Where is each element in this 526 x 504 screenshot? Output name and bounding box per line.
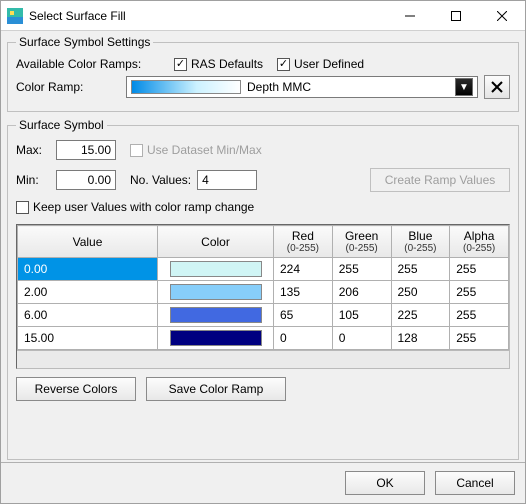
table-cell-value[interactable]: 0.00 [18,258,158,281]
color-table: Value Color Red(0-255) Green(0-255) Blue… [16,224,510,369]
header-green: Green(0-255) [332,226,391,258]
table-cell-red[interactable]: 0 [274,327,333,350]
max-input[interactable] [56,140,116,160]
table-cell-value[interactable]: 6.00 [18,304,158,327]
table-cell-alpha[interactable]: 255 [450,281,509,304]
chevron-down-icon[interactable]: ▼ [455,78,473,96]
table-cell-blue[interactable]: 255 [391,258,450,281]
table-cell-green[interactable]: 0 [332,327,391,350]
reverse-colors-button[interactable]: Reverse Colors [16,377,136,401]
table-cell-alpha[interactable]: 255 [450,304,509,327]
table-cell-value[interactable]: 2.00 [18,281,158,304]
cancel-button[interactable]: Cancel [435,471,515,495]
available-color-ramps-label: Available Color Ramps: [16,57,174,71]
table-cell-value[interactable]: 15.00 [18,327,158,350]
minimize-button[interactable] [387,1,433,31]
table-cell-red[interactable]: 65 [274,304,333,327]
color-swatch [170,307,262,323]
surface-symbol-settings-group: Surface Symbol Settings Available Color … [7,35,519,112]
color-ramp-preview [131,80,241,94]
ras-defaults-label: RAS Defaults [191,57,263,71]
no-values-input[interactable] [197,170,257,190]
table-cell-green[interactable]: 105 [332,304,391,327]
ras-defaults-checkbox[interactable] [174,58,187,71]
use-dataset-checkbox [130,144,143,157]
header-blue: Blue(0-255) [391,226,450,258]
table-row[interactable]: 2.00 135206250255 [18,281,509,304]
table-scroll-gutter [17,350,509,368]
use-dataset-label: Use Dataset Min/Max [147,143,262,157]
table-cell-color[interactable] [158,304,274,327]
header-value: Value [18,226,158,258]
window-title: Select Surface Fill [29,9,387,23]
table-cell-green[interactable]: 255 [332,258,391,281]
surface-symbol-group: Surface Symbol Max: Use Dataset Min/Max … [7,118,519,460]
keep-values-label: Keep user Values with color ramp change [33,200,254,214]
color-ramp-name: Depth MMC [247,80,311,94]
table-header-row: Value Color Red(0-255) Green(0-255) Blue… [18,226,509,258]
header-color: Color [158,226,274,258]
keep-values-checkbox[interactable] [16,201,29,214]
table-row[interactable]: 6.00 65105225255 [18,304,509,327]
table-cell-blue[interactable]: 128 [391,327,450,350]
table-row[interactable]: 15.0000128255 [18,327,509,350]
table-cell-alpha[interactable]: 255 [450,327,509,350]
ok-button[interactable]: OK [345,471,425,495]
max-label: Max: [16,143,56,157]
surface-symbol-settings-legend: Surface Symbol Settings [16,35,153,49]
user-defined-checkbox[interactable] [277,58,290,71]
color-ramp-select[interactable]: Depth MMC ▼ [126,76,478,98]
window: Select Surface Fill Surface Symbol Setti… [0,0,526,504]
clear-ramp-button[interactable] [484,75,510,99]
titlebar: Select Surface Fill [1,1,525,31]
table-cell-blue[interactable]: 225 [391,304,450,327]
table-cell-color[interactable] [158,281,274,304]
table-row[interactable]: 0.00224255255255 [18,258,509,281]
color-swatch [170,261,262,277]
table-cell-alpha[interactable]: 255 [450,258,509,281]
header-red: Red(0-255) [274,226,333,258]
maximize-button[interactable] [433,1,479,31]
save-color-ramp-button[interactable]: Save Color Ramp [146,377,286,401]
table-cell-color[interactable] [158,258,274,281]
table-cell-color[interactable] [158,327,274,350]
close-button[interactable] [479,1,525,31]
table-cell-red[interactable]: 135 [274,281,333,304]
surface-symbol-legend: Surface Symbol [16,118,107,132]
table-cell-red[interactable]: 224 [274,258,333,281]
header-alpha: Alpha(0-255) [450,226,509,258]
app-icon [7,8,23,24]
user-defined-label: User Defined [294,57,364,71]
color-swatch [170,330,262,346]
table-cell-blue[interactable]: 250 [391,281,450,304]
min-input[interactable] [56,170,116,190]
color-ramp-label: Color Ramp: [16,80,126,94]
dialog-footer: OK Cancel [1,462,525,503]
table-cell-green[interactable]: 206 [332,281,391,304]
min-label: Min: [16,173,56,187]
no-values-label: No. Values: [130,173,191,187]
color-swatch [170,284,262,300]
create-ramp-button: Create Ramp Values [370,168,510,192]
